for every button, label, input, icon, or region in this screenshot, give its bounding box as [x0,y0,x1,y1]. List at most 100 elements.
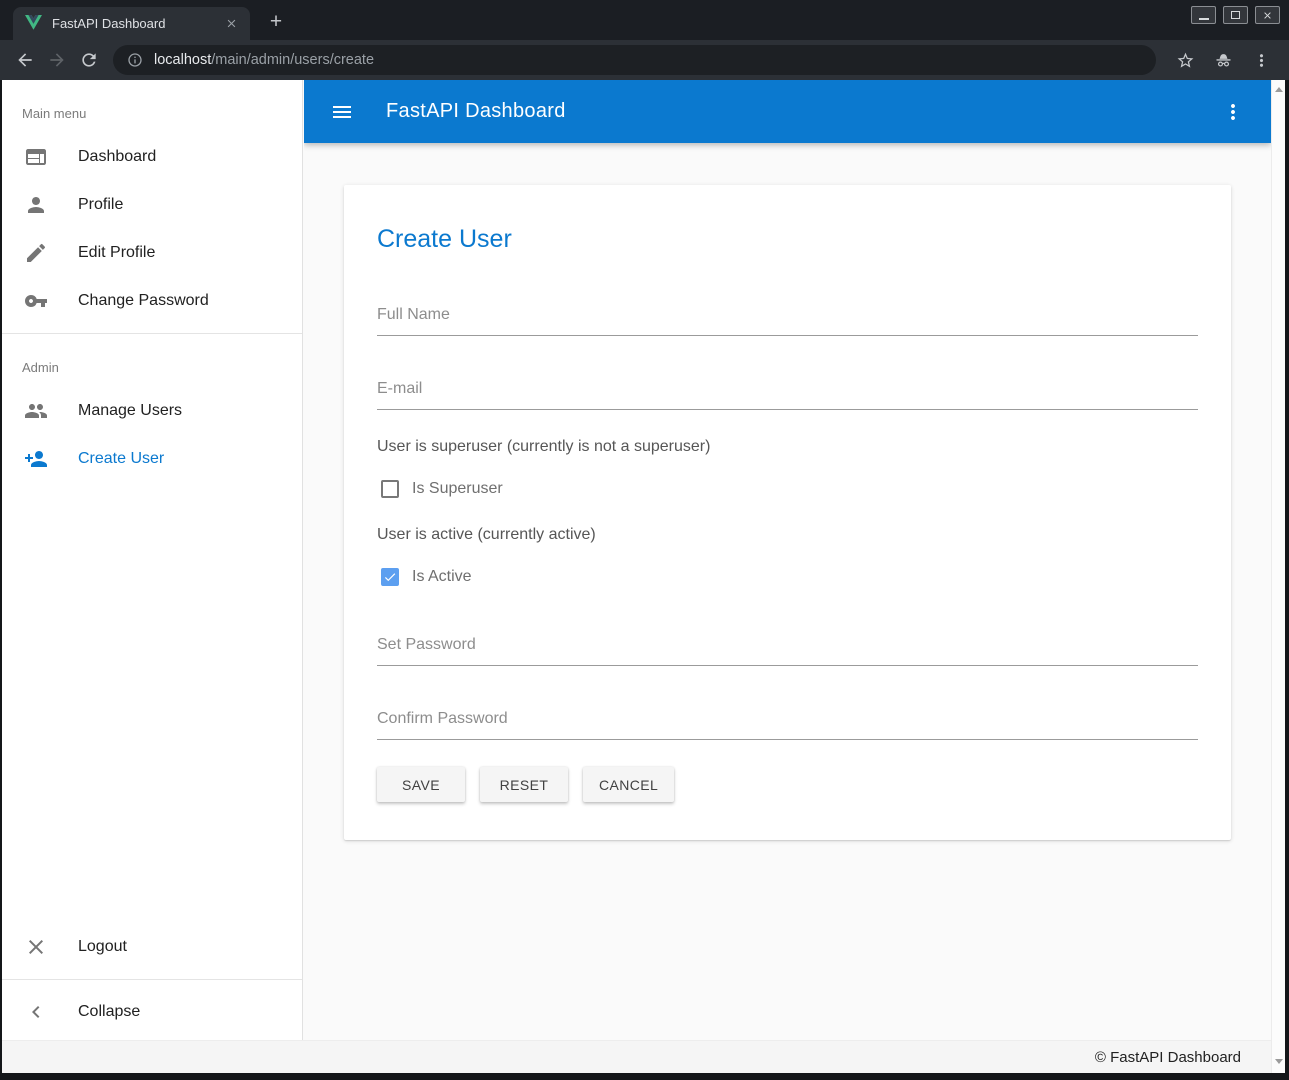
sidebar-item-label: Dashboard [78,148,156,166]
scroll-down-arrow-icon[interactable] [1275,1059,1283,1064]
person-icon [24,193,48,217]
address-bar[interactable]: localhost/main/admin/users/create [113,45,1156,75]
vertical-scrollbar[interactable] [1271,80,1285,1073]
page-title: Create User [377,225,1198,254]
hamburger-icon [330,100,354,124]
people-icon [24,399,48,423]
main-area: FastAPI Dashboard Create User User is su… [304,80,1271,1040]
close-icon [24,935,48,959]
sidebar-item-label: Create User [78,450,164,468]
reset-button[interactable]: RESET [480,767,568,802]
app-title: FastAPI Dashboard [386,100,566,123]
hamburger-menu-button[interactable] [329,99,355,125]
sidebar: Main menu Dashboard Profile Edit Profile… [2,80,303,1040]
browser-tab[interactable]: FastAPI Dashboard [13,7,250,40]
confirm-password-input[interactable] [377,704,1198,740]
browser-toolbar: localhost/main/admin/users/create [0,40,1289,80]
copyright-text: © FastAPI Dashboard [1095,1049,1241,1066]
refresh-icon [79,50,99,70]
url-path: /main/admin/users/create [211,52,374,68]
set-password-input[interactable] [377,630,1198,666]
set-password-field-wrap [377,630,1198,666]
url-host: localhost [154,52,211,68]
full-name-field-wrap [377,300,1198,336]
kebab-menu-icon [1252,51,1271,70]
chevron-left-icon [24,1000,48,1024]
sidebar-item-dashboard[interactable]: Dashboard [2,133,302,181]
save-button[interactable]: SAVE [377,767,465,802]
maximize-button[interactable] [1223,6,1248,24]
email-field-wrap [377,374,1198,410]
key-icon [24,289,48,313]
sidebar-item-logout[interactable]: Logout [2,923,302,971]
checkbox-box-icon [381,568,399,586]
scroll-up-arrow-icon[interactable] [1275,87,1283,92]
kebab-menu-icon [1221,100,1245,124]
active-note: User is active (currently active) [377,526,1198,544]
page-viewport: Main menu Dashboard Profile Edit Profile… [2,80,1285,1073]
person-add-icon [24,447,48,471]
minimize-button[interactable] [1191,6,1216,24]
sidebar-item-label: Collapse [78,1003,140,1021]
arrow-back-icon [15,50,35,70]
sidebar-item-label: Edit Profile [78,244,155,262]
checkbox-box-icon [381,480,399,498]
maximize-icon [1231,11,1240,19]
sidebar-divider [2,979,302,980]
create-user-card: Create User User is superuser (currently… [344,185,1231,840]
page-footer: © FastAPI Dashboard [2,1040,1271,1073]
is-superuser-checkbox[interactable]: Is Superuser [377,480,503,498]
new-tab-button[interactable]: + [262,8,290,36]
incognito-icon [1214,51,1233,70]
sidebar-item-manage-users[interactable]: Manage Users [2,387,302,435]
confirm-password-field-wrap [377,704,1198,740]
sidebar-item-create-user[interactable]: Create User [2,435,302,483]
sidebar-item-collapse[interactable]: Collapse [2,988,302,1036]
email-input[interactable] [377,374,1198,410]
sidebar-item-profile[interactable]: Profile [2,181,302,229]
sidebar-section-header: Main menu [22,106,282,121]
forward-button[interactable] [43,46,71,74]
app-bar: FastAPI Dashboard [304,80,1271,143]
browser-chrome: FastAPI Dashboard + [0,0,1289,80]
sidebar-section-header: Admin [22,360,282,375]
sidebar-item-label: Logout [78,938,127,956]
sidebar-item-edit-profile[interactable]: Edit Profile [2,229,302,277]
refresh-button[interactable] [75,46,103,74]
form-buttons: SAVE RESET CANCEL [377,767,1198,802]
app-menu-button[interactable] [1220,99,1246,125]
check-icon [383,570,397,584]
pencil-icon [24,241,48,265]
tab-title: FastAPI Dashboard [52,16,212,31]
dashboard-icon [24,145,48,169]
browser-menu-button[interactable] [1248,47,1274,73]
vue-logo-icon [25,15,42,32]
star-icon [1176,51,1195,70]
url-text: localhost/main/admin/users/create [154,52,374,68]
superuser-note: User is superuser (currently is not a su… [377,438,1198,456]
is-active-checkbox[interactable]: Is Active [377,568,472,586]
sidebar-item-change-password[interactable]: Change Password [2,277,302,325]
minimize-icon [1199,18,1209,20]
incognito-button[interactable] [1210,47,1236,73]
sidebar-item-label: Profile [78,196,123,214]
tab-strip: FastAPI Dashboard + [0,0,1289,40]
cancel-button[interactable]: CANCEL [583,767,674,802]
checkbox-label: Is Superuser [412,480,503,498]
sidebar-spacer [2,483,302,923]
arrow-forward-icon [47,50,67,70]
sidebar-item-label: Manage Users [78,402,182,420]
back-button[interactable] [11,46,39,74]
info-icon [127,52,143,68]
close-icon [225,17,238,30]
close-icon [1262,10,1273,21]
close-window-button[interactable] [1255,6,1280,24]
full-name-input[interactable] [377,300,1198,336]
sidebar-item-label: Change Password [78,292,209,310]
browser-window: FastAPI Dashboard + [0,0,1289,1080]
tab-close-button[interactable] [222,15,240,33]
sidebar-divider [2,333,302,334]
bookmark-star-button[interactable] [1172,47,1198,73]
content-area: Create User User is superuser (currently… [304,143,1271,1040]
checkbox-label: Is Active [412,568,472,586]
